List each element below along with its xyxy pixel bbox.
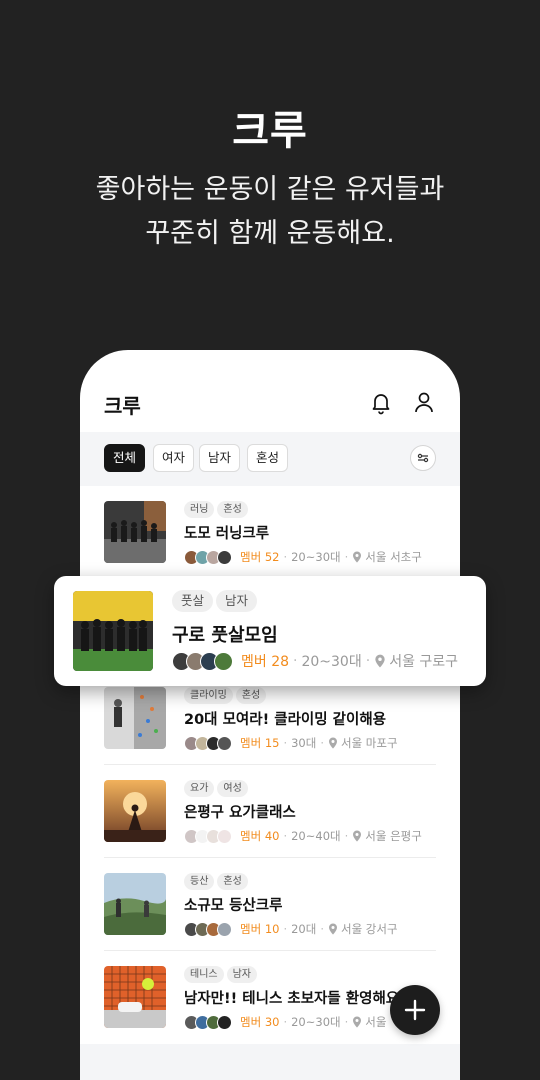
member-count: 멤버 52 bbox=[240, 550, 280, 564]
crew-thumbnail bbox=[104, 687, 166, 749]
crew-meta: 멤버 52 · 20~30대 · 서울 서초구 bbox=[184, 548, 422, 566]
member-avatars bbox=[172, 651, 233, 671]
crew-tags: 등산 혼성 bbox=[184, 869, 251, 890]
crew-tags: 테니스 남자 bbox=[184, 962, 260, 983]
crew-meta: 멤버 15 · 30대 · 서울 마포구 bbox=[184, 734, 398, 752]
list-bottom-area bbox=[80, 1044, 460, 1080]
list-item[interactable]: 테니스 남자 남자만!! 테니스 초보자들 환영해요 멤버 30 · 20~30대 · 서… bbox=[104, 951, 436, 1044]
avatar bbox=[214, 651, 233, 671]
age-range: 20~30대 bbox=[291, 1015, 341, 1029]
location-pin-icon bbox=[352, 1016, 362, 1028]
chip-female[interactable]: 여자 bbox=[153, 444, 195, 472]
crew-name: 남자만!! 테니스 초보자들 환영해요 bbox=[184, 991, 400, 1007]
hero-subtitle-line2: 꾸준히 함께 운동해요. bbox=[145, 218, 395, 249]
location: 서울 bbox=[365, 1015, 387, 1029]
add-crew-button[interactable] bbox=[390, 985, 440, 1035]
location-pin-icon bbox=[352, 551, 362, 563]
filter-bar: 전체 여자 남자 혼성 bbox=[80, 432, 460, 486]
member-count: 멤버 15 bbox=[240, 736, 280, 750]
crew-meta: 멤버 10 · 20대 · 서울 강서구 bbox=[184, 920, 398, 938]
crew-thumbnail bbox=[104, 780, 166, 842]
crew-thumbnail bbox=[104, 966, 166, 1028]
member-avatars bbox=[184, 1014, 232, 1030]
tag: 풋살 bbox=[172, 590, 214, 612]
tag: 남자 bbox=[226, 966, 258, 983]
chip-all[interactable]: 전체 bbox=[104, 444, 146, 472]
crew-name: 도모 러닝크루 bbox=[184, 526, 270, 542]
tag: 테니스 bbox=[184, 966, 224, 983]
location: 서울 마포구 bbox=[340, 736, 398, 750]
location: 서울 은평구 bbox=[365, 829, 422, 843]
age-range: 30대 bbox=[291, 736, 317, 750]
tag: 등산 bbox=[184, 873, 215, 890]
member-avatars bbox=[184, 549, 232, 565]
crew-name: 구로 풋살모임 bbox=[172, 625, 278, 646]
crew-thumbnail bbox=[104, 501, 166, 563]
member-avatars bbox=[184, 735, 232, 751]
crew-tags: 러닝 혼성 bbox=[184, 497, 251, 518]
age-range: 20~40대 bbox=[291, 829, 341, 843]
phone-frame: 크루 전체 여자 남자 혼성 러닝 혼성 도모 러닝크루 멤버 52 · 20~… bbox=[80, 350, 460, 1080]
crew-meta: 멤버 40 · 20~40대 · 서울 은평구 bbox=[184, 827, 422, 845]
crew-tags: 풋살 남자 bbox=[172, 590, 260, 612]
member-count: 멤버 40 bbox=[240, 829, 280, 843]
age-range: 20대 bbox=[291, 922, 317, 936]
member-count: 멤버 28 bbox=[241, 654, 290, 670]
crew-name: 소규모 등산크루 bbox=[184, 898, 283, 914]
tag: 혼성 bbox=[235, 687, 267, 704]
location: 서울 강서구 bbox=[340, 922, 398, 936]
sliders-icon bbox=[417, 453, 429, 463]
bell-icon[interactable] bbox=[369, 390, 393, 416]
crew-meta: 멤버 30 · 20~30대 · 서울 bbox=[184, 1013, 386, 1031]
tag: 여성 bbox=[217, 780, 248, 797]
age-range: 20~30대 bbox=[291, 550, 341, 564]
hero-title: 크루 bbox=[232, 108, 308, 154]
location-pin-icon bbox=[352, 830, 362, 842]
member-count: 멤버 30 bbox=[240, 1015, 280, 1029]
list-item[interactable]: 요가 여성 은평구 요가클래스 멤버 40 · 20~40대 · 서울 은평구 bbox=[104, 765, 436, 858]
list-item[interactable]: 러닝 혼성 도모 러닝크루 멤버 52 · 20~30대 · 서울 서초구 bbox=[104, 486, 436, 579]
app-header: 크루 bbox=[80, 350, 460, 432]
crew-name: 은평구 요가클래스 bbox=[184, 805, 296, 821]
location: 서울 구로구 bbox=[389, 654, 459, 670]
tag: 러닝 bbox=[184, 501, 215, 518]
user-icon[interactable] bbox=[412, 390, 436, 416]
crew-thumbnail bbox=[104, 873, 166, 935]
member-avatars bbox=[184, 828, 232, 844]
avatar bbox=[217, 1014, 232, 1030]
avatar bbox=[217, 828, 232, 844]
crew-name: 20대 모여라! 클라이밍 같이해용 bbox=[184, 712, 387, 728]
crew-thumbnail bbox=[73, 591, 153, 671]
crew-tags: 요가 여성 bbox=[184, 776, 251, 797]
tag: 클라이밍 bbox=[184, 687, 233, 704]
plus-icon bbox=[404, 999, 426, 1021]
highlighted-crew-card[interactable]: 풋살 남자 구로 풋살모임 멤버 28 · 20~30대 · 서울 구로구 bbox=[54, 576, 486, 686]
app-title: 크루 bbox=[104, 394, 141, 418]
tag: 혼성 bbox=[217, 873, 248, 890]
chip-mixed[interactable]: 혼성 bbox=[247, 444, 289, 472]
avatar bbox=[217, 735, 232, 751]
chip-male[interactable]: 남자 bbox=[199, 444, 241, 472]
location-pin-icon bbox=[328, 923, 338, 935]
member-count: 멤버 10 bbox=[240, 922, 280, 936]
tag: 남자 bbox=[216, 590, 258, 612]
age-range: 20~30대 bbox=[301, 654, 362, 670]
location-pin-icon bbox=[328, 737, 338, 749]
filter-button[interactable] bbox=[410, 445, 436, 471]
tag: 혼성 bbox=[217, 501, 248, 518]
crew-meta: 멤버 28 · 20~30대 · 서울 구로구 bbox=[172, 650, 458, 672]
list-item[interactable]: 등산 혼성 소규모 등산크루 멤버 10 · 20대 · 서울 강서구 bbox=[104, 858, 436, 951]
hero-subtitle-line1: 좋아하는 운동이 같은 유저들과 bbox=[95, 174, 445, 205]
hero-subtitle: 좋아하는 운동이 같은 유저들과 꾸준히 함께 운동해요. bbox=[0, 168, 540, 256]
member-avatars bbox=[184, 921, 232, 937]
tag: 요가 bbox=[184, 780, 215, 797]
location: 서울 서초구 bbox=[365, 550, 422, 564]
location-pin-icon bbox=[374, 654, 386, 668]
avatar bbox=[217, 921, 232, 937]
avatar bbox=[217, 549, 232, 565]
